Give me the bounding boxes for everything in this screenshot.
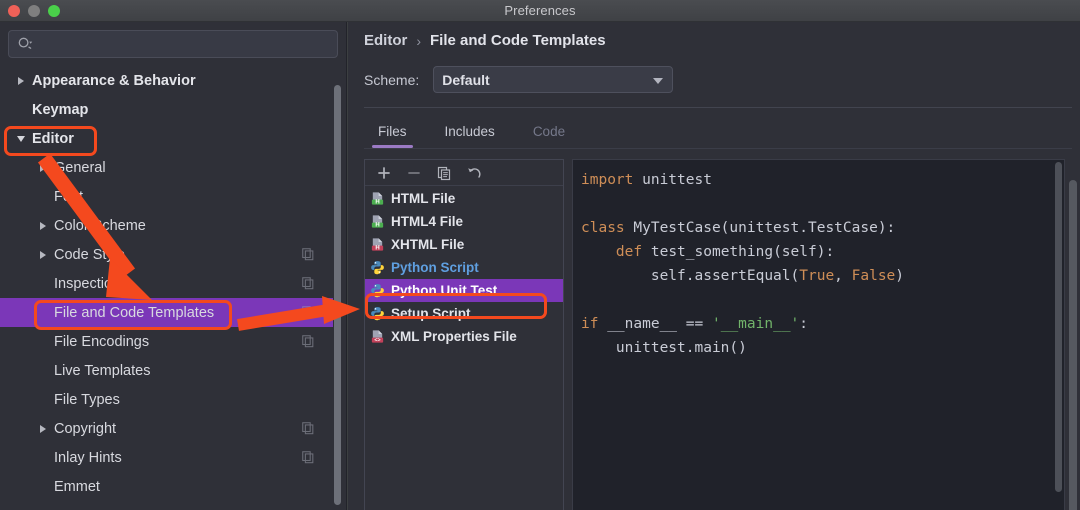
arrow-templates-to-unit-test xyxy=(238,296,360,325)
annotation-overlay xyxy=(0,0,1080,510)
preferences-window: Preferences Appearance & BehaviorKeymapE… xyxy=(0,0,1080,510)
arrow-editor-to-templates xyxy=(44,158,152,300)
